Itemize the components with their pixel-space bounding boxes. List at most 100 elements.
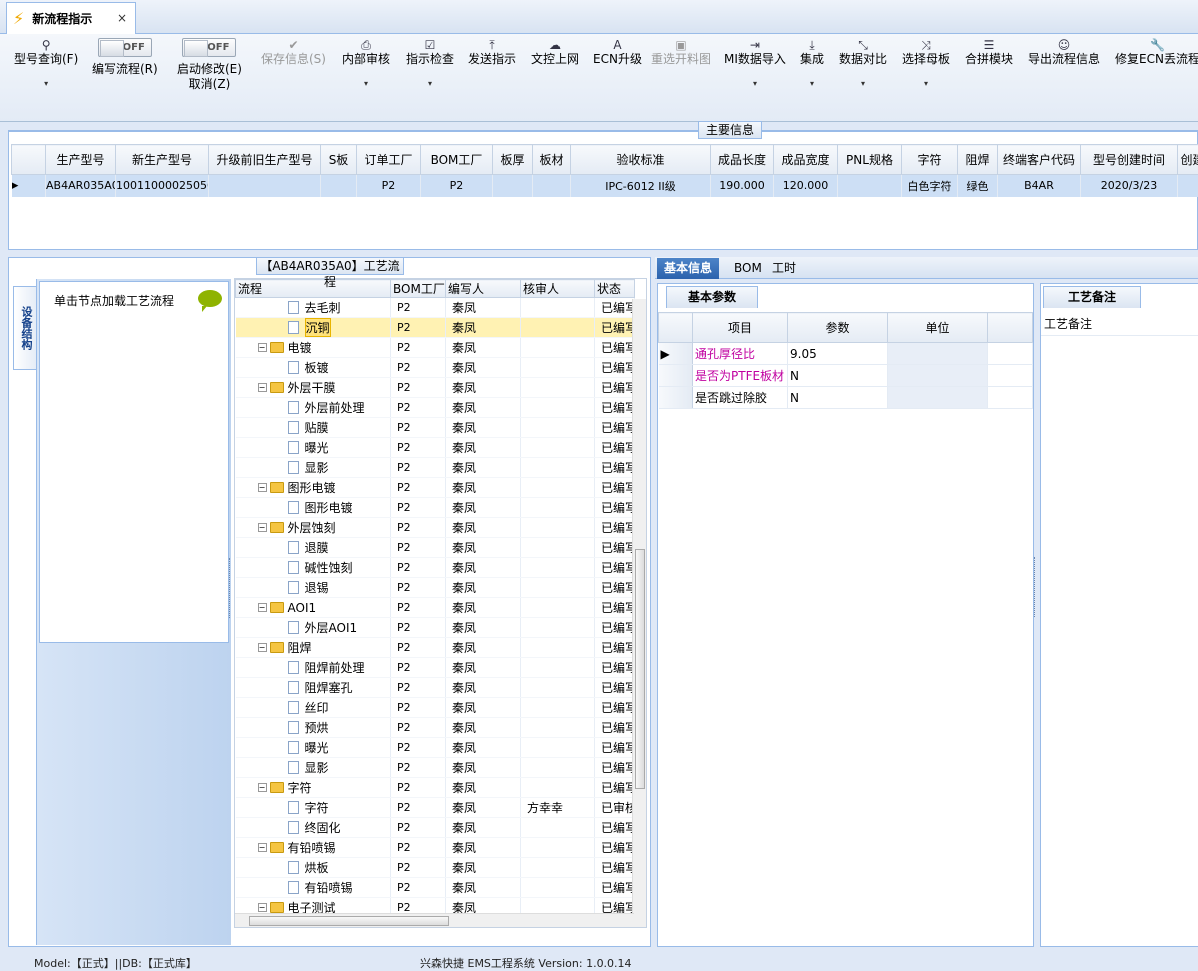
tree-node-cell[interactable]: 外层前处理 [236,398,391,418]
chevron-down-icon[interactable]: ▾ [902,76,950,91]
tree-node[interactable]: 字符 [236,798,391,817]
tree-row[interactable]: 显影P2秦凤已编写 [236,758,635,778]
column-header[interactable]: BOM工厂 [421,145,493,175]
tree-row[interactable]: 曝光P2秦凤已编写 [236,438,635,458]
tree-node-cell[interactable]: 显影 [236,458,391,478]
param-unit[interactable] [888,343,988,365]
document-tab[interactable]: ⚡ 新流程指示 × [6,2,136,34]
param-unit[interactable] [888,387,988,409]
query-button[interactable]: ⚲ 型号查询(F) ▾ [14,38,78,91]
tree-node[interactable]: −AOI1 [236,598,391,617]
tree-row[interactable]: −字符P2秦凤已编写 [236,778,635,798]
tree-row[interactable]: −外层蚀刻P2秦凤已编写 [236,518,635,538]
tree-node-cell[interactable]: −外层干膜 [236,378,391,398]
param-row[interactable]: 是否跳过除胶N [659,387,1033,409]
tree-node[interactable]: −外层干膜 [236,378,391,397]
table-cell[interactable] [209,175,321,197]
table-cell[interactable]: 绿色 [958,175,998,197]
tree-node[interactable]: 外层前处理 [236,398,391,417]
tree-node-cell[interactable]: 字符 [236,798,391,818]
column-header[interactable]: 编写人 [446,280,521,298]
horizontal-scrollbar[interactable] [235,913,634,927]
write-flow-switch[interactable]: OFF [98,38,152,57]
tree-row[interactable]: 外层AOI1P2秦凤已编写 [236,618,635,638]
column-header[interactable]: 状态 [595,280,635,298]
cancel-modify-button[interactable]: 取消(Z) [189,77,231,91]
collapse-icon[interactable]: − [258,643,267,652]
tree-node[interactable]: −电镀 [236,338,391,357]
tree-node-cell[interactable]: 曝光 [236,738,391,758]
table-cell[interactable]: AB4AR035A0 [46,175,116,197]
tree-row[interactable]: 板镀P2秦凤已编写 [236,358,635,378]
tree-node-cell[interactable]: 碱性蚀刻 [236,558,391,578]
publish-button[interactable]: ☁ 文控上网 [531,38,579,67]
tree-node[interactable]: 丝印 [236,698,391,717]
tree-node-cell[interactable]: 退膜 [236,538,391,558]
tree-node[interactable]: −阻焊 [236,638,391,657]
param-value[interactable]: N [788,387,888,409]
tree-row[interactable]: −电镀P2秦凤已编写 [236,338,635,358]
chevron-down-icon[interactable]: ▾ [724,76,786,91]
collapse-icon[interactable]: − [258,603,267,612]
column-header[interactable]: 验收标准 [571,145,711,175]
tree-row[interactable]: 碱性蚀刻P2秦凤已编写 [236,558,635,578]
start-modify-toggle[interactable]: OFF 启动修改(E) 取消(Z) [177,38,242,92]
send-guide-button[interactable]: ⤒ 发送指示 [468,38,516,67]
merge-module-button[interactable]: ☰ 合拼模块 [965,38,1013,67]
table-cell[interactable]: IPC-6012 II级 [571,175,711,197]
tree-node[interactable]: 外层AOI1 [236,618,391,637]
tree-node[interactable]: 曝光 [236,738,391,757]
tree-node[interactable]: 阻焊塞孔 [236,678,391,697]
start-modify-switch[interactable]: OFF [182,38,236,57]
column-header[interactable]: S板 [321,145,357,175]
tree-node[interactable]: −外层蚀刻 [236,518,391,537]
column-header[interactable]: 流程 [236,280,391,298]
tab-remarks[interactable]: 工艺备注 [1043,286,1141,308]
column-header[interactable]: 板厚 [493,145,533,175]
table-row[interactable]: ▶AB4AR035A010011000025056P2P2IPC-6012 II… [12,175,1198,197]
tree-node-cell[interactable]: 图形电镀 [236,498,391,518]
column-header[interactable]: 生产型号 [46,145,116,175]
tree-node[interactable]: 退膜 [236,538,391,557]
chevron-down-icon[interactable]: ▾ [342,76,390,91]
param-value[interactable]: N [788,365,888,387]
chevron-down-icon[interactable]: ▾ [839,76,887,91]
tree-node[interactable]: 预烘 [236,718,391,737]
tree-row[interactable]: 阻焊塞孔P2秦凤已编写 [236,678,635,698]
close-icon[interactable]: × [117,11,127,25]
tree-node[interactable]: 曝光 [236,438,391,457]
collapse-icon[interactable]: − [258,903,267,912]
tree-node[interactable]: 显影 [236,458,391,477]
tree-node[interactable]: 贴膜 [236,418,391,437]
tree-row[interactable]: −外层干膜P2秦凤已编写 [236,378,635,398]
param-unit[interactable] [888,365,988,387]
tree-node[interactable]: 退锡 [236,578,391,597]
reselect-chart-button[interactable]: ▣ 重选开料图 [651,38,711,67]
tree-node-cell[interactable]: −图形电镀 [236,478,391,498]
chevron-down-icon[interactable]: ▾ [800,76,824,91]
tree-row[interactable]: 字符P2秦凤方幸幸已审核 [236,798,635,818]
splitter-grip[interactable] [1034,557,1039,617]
mi-import-button[interactable]: ⇥ MI数据导入 ▾ [724,38,786,91]
tree-node-cell[interactable]: −外层蚀刻 [236,518,391,538]
struct-box[interactable]: 单击节点加载工艺流程 [39,281,229,643]
tree-node-cell[interactable]: 阻焊塞孔 [236,678,391,698]
collapse-icon[interactable]: − [258,843,267,852]
tree-node[interactable]: 去毛刺 [236,298,391,317]
tree-node[interactable]: −有铅喷锡 [236,838,391,857]
tree-node-cell[interactable]: −阻焊 [236,638,391,658]
column-header[interactable]: 型号创建时间 [1081,145,1178,175]
repair-ecn-button[interactable]: 🔧 修复ECN丢流程 [1115,38,1198,67]
column-header[interactable]: 成品宽度 [774,145,838,175]
table-cell[interactable] [1178,175,1198,197]
tree-node-cell[interactable]: 烘板 [236,858,391,878]
chevron-down-icon[interactable]: ▾ [14,76,78,91]
write-flow-toggle[interactable]: OFF 编写流程(R) [92,38,158,77]
column-header[interactable]: 升级前旧生产型号 [209,145,321,175]
param-row[interactable]: ▶通孔厚径比9.05 [659,343,1033,365]
select-mother-button[interactable]: ⤨ 选择母板 ▾ [902,38,950,91]
column-header[interactable]: 单位 [888,313,988,343]
tree-node-cell[interactable]: 有铅喷锡 [236,878,391,898]
scroll-thumb[interactable] [635,549,645,789]
tree-row[interactable]: −图形电镀P2秦凤已编写 [236,478,635,498]
